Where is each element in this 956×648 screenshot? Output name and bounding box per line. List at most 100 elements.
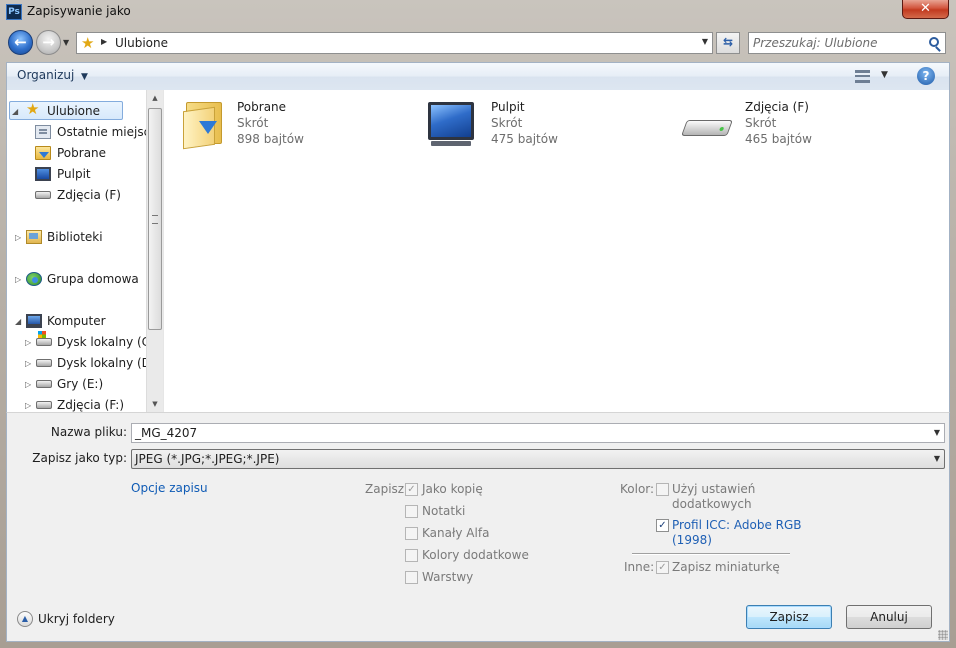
sidebar-item-label: Dysk lokalny (D:) xyxy=(57,356,160,370)
recent-pages-dropdown-icon[interactable]: ▼ xyxy=(63,38,72,47)
refresh-button[interactable]: ⇆ xyxy=(716,32,740,54)
layers-checkbox[interactable] xyxy=(405,571,418,584)
recent-places-icon xyxy=(35,125,51,139)
change-view-button[interactable]: ▼ xyxy=(855,69,895,85)
file-size: 475 bajtów xyxy=(491,132,558,146)
cancel-button[interactable]: Anuluj xyxy=(846,605,932,629)
sidebar-item-favorites[interactable]: ◢ ★ Ulubione xyxy=(9,101,123,120)
filename-field[interactable]: _MG_4207 ▼ xyxy=(131,423,945,443)
drive-icon xyxy=(36,401,52,409)
navigation-scrollbar[interactable]: ▲ ▼ xyxy=(146,90,163,412)
save-button[interactable]: Zapisz xyxy=(746,605,832,629)
system-drive-icon xyxy=(36,331,52,346)
alpha-channels-checkbox[interactable] xyxy=(405,527,418,540)
back-button[interactable]: ← xyxy=(8,30,33,55)
expand-arrow-icon[interactable]: ▷ xyxy=(25,354,33,373)
save-as-copy-checkbox[interactable]: ✓ xyxy=(405,483,418,496)
file-name: Pobrane xyxy=(237,100,287,114)
drive-icon xyxy=(36,359,52,367)
save-options-link[interactable]: Opcje zapisu xyxy=(131,481,208,495)
filetype-select[interactable]: JPEG (*.JPG;*.JPEG;*.JPE) ▼ xyxy=(131,449,945,469)
breadcrumb-favorites[interactable]: Ulubione xyxy=(115,36,168,50)
command-bar: Organizuj ▼ ▼ ? xyxy=(6,62,950,90)
filename-label: Nazwa pliku: xyxy=(50,425,127,439)
chevron-down-icon[interactable]: ▼ xyxy=(881,70,888,80)
sidebar-item-label: Ulubione xyxy=(47,104,101,118)
thumbnail-checkbox[interactable]: ✓ xyxy=(656,561,669,574)
favorites-star-icon: ★ xyxy=(81,34,95,52)
icc-profile-checkbox[interactable]: ✓ xyxy=(656,519,669,532)
chevron-down-icon[interactable]: ▼ xyxy=(934,450,940,468)
icc-profile-label-line1: Profil ICC: Adobe RGB xyxy=(672,518,802,532)
filetype-label: Zapisz jako typ: xyxy=(32,451,127,465)
sidebar-item-label: Biblioteki xyxy=(47,230,103,244)
address-bar[interactable]: ★ ▶ Ulubione ▼ xyxy=(76,32,713,54)
filename-value: _MG_4207 xyxy=(135,426,198,440)
organize-label: Organizuj xyxy=(17,68,75,82)
sidebar-item-label: Dysk lokalny (C:) xyxy=(57,335,159,349)
filetype-value: JPEG (*.JPG;*.JPEG;*.JPE) xyxy=(135,452,280,466)
file-size: 465 bajtów xyxy=(745,132,812,146)
expand-arrow-icon[interactable]: ▷ xyxy=(25,396,33,412)
downloads-folder-icon xyxy=(186,102,222,144)
proof-setup-label-line1: Użyj ustawień xyxy=(672,482,756,496)
organize-menu-button[interactable]: Organizuj ▼ xyxy=(17,68,88,82)
sidebar-item-label: Pulpit xyxy=(57,167,91,181)
notes-checkbox[interactable] xyxy=(405,505,418,518)
homegroup-icon xyxy=(26,272,42,286)
thumbnail-label: Zapisz miniaturkę xyxy=(672,560,780,574)
address-dropdown-icon[interactable]: ▼ xyxy=(702,37,708,46)
collapse-arrow-icon[interactable]: ◢ xyxy=(12,102,20,121)
scroll-up-icon[interactable]: ▲ xyxy=(147,90,163,106)
expand-arrow-icon[interactable]: ▷ xyxy=(25,375,33,394)
drive-icon xyxy=(35,191,51,199)
search-box[interactable] xyxy=(748,32,946,54)
file-name: Zdjęcia (F) xyxy=(745,100,809,114)
photoshop-app-icon: Ps xyxy=(6,4,22,20)
save-options-panel: Nazwa pliku: _MG_4207 ▼ Zapisz jako typ:… xyxy=(6,412,950,642)
expand-arrow-icon[interactable]: ▷ xyxy=(15,228,23,247)
file-item-downloads[interactable]: Pobrane Skrót 898 bajtów xyxy=(164,98,394,154)
icc-profile-label-line2: (1998) xyxy=(672,533,712,547)
notes-label: Notatki xyxy=(422,504,466,518)
proof-setup-label-line2: dodatkowych xyxy=(672,497,752,511)
resize-grip[interactable] xyxy=(938,630,948,640)
file-type: Skrót xyxy=(491,116,523,130)
search-icon[interactable] xyxy=(929,37,939,47)
window-frame: Ps Zapisywanie jako ✕ ← → ▼ ★ ▶ Ulubione… xyxy=(0,0,956,648)
drive-icon xyxy=(36,380,52,388)
layers-label: Warstwy xyxy=(422,570,474,584)
expand-arrow-icon[interactable]: ▷ xyxy=(15,270,23,289)
sidebar-item-label: Grupa domowa xyxy=(47,272,139,286)
spot-colors-label: Kolory dodatkowe xyxy=(422,548,529,562)
other-group-label: Inne: xyxy=(624,560,655,574)
sidebar-item-label: Zdjęcia (F) xyxy=(57,188,121,202)
sidebar-item-label: Zdjęcia (F:) xyxy=(57,398,125,412)
file-item-photos-drive[interactable]: Zdjęcia (F) Skrót 465 bajtów xyxy=(672,98,902,154)
file-type: Skrót xyxy=(237,116,269,130)
title-bar: Ps Zapisywanie jako ✕ xyxy=(0,0,956,24)
file-item-desktop[interactable]: Pulpit Skrót 475 bajtów xyxy=(418,98,648,154)
scroll-thumb[interactable] xyxy=(148,108,162,330)
save-group-label: Zapisz: xyxy=(365,482,409,496)
close-button[interactable]: ✕ xyxy=(902,0,949,19)
chevron-down-icon: ▼ xyxy=(78,72,88,82)
breadcrumb-separator-icon[interactable]: ▶ xyxy=(101,37,107,46)
drive-icon xyxy=(681,120,733,136)
scroll-down-icon[interactable]: ▼ xyxy=(147,396,163,412)
forward-button[interactable]: → xyxy=(36,30,61,55)
search-input[interactable] xyxy=(753,35,921,51)
proof-setup-checkbox[interactable] xyxy=(656,483,669,496)
chevron-up-icon: ▲ xyxy=(17,611,33,627)
sidebar-item-label: Komputer xyxy=(47,314,106,328)
color-group-label: Kolor: xyxy=(620,482,655,496)
options-divider xyxy=(632,553,790,554)
help-button[interactable]: ? xyxy=(917,67,935,85)
downloads-folder-icon xyxy=(35,146,51,160)
sidebar-item-label: Pobrane xyxy=(57,146,107,160)
chevron-down-icon[interactable]: ▼ xyxy=(934,424,940,442)
spot-colors-checkbox[interactable] xyxy=(405,549,418,562)
sidebar-item-label: Ostatnie miejsca xyxy=(57,125,158,139)
expand-arrow-icon[interactable]: ▷ xyxy=(25,333,33,352)
collapse-arrow-icon[interactable]: ◢ xyxy=(15,312,23,331)
